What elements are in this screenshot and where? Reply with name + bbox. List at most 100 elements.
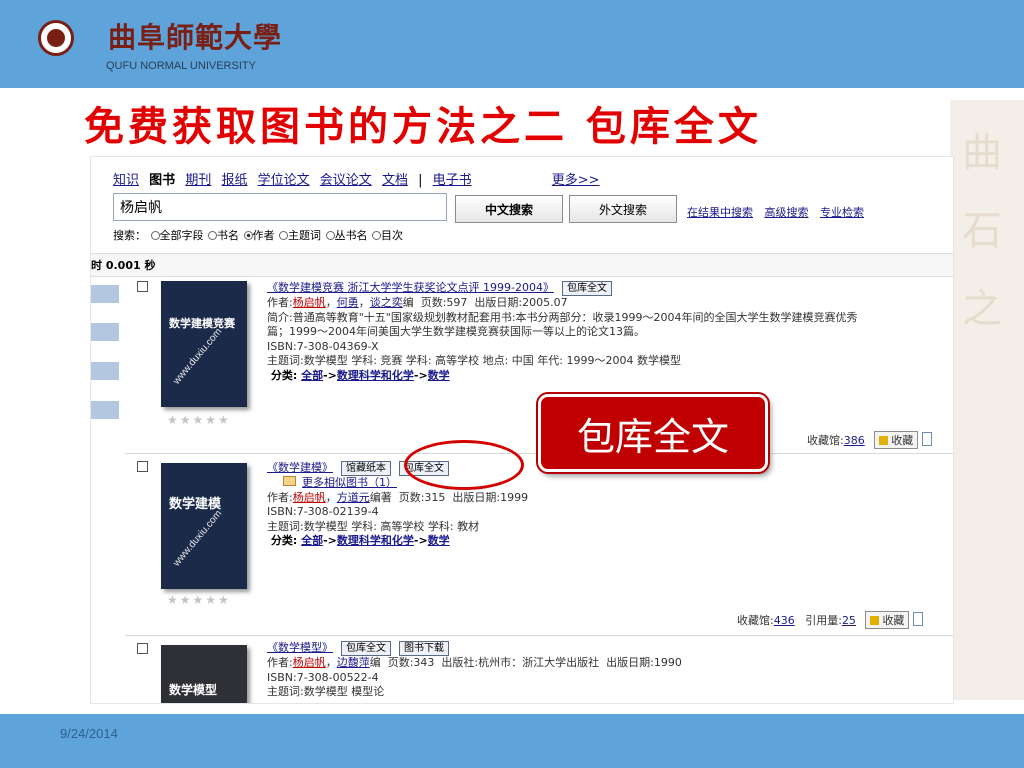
holdings-info: 收藏馆:436 引用量:25 收藏 [737, 611, 924, 629]
search-field-label: 搜索： [113, 229, 146, 242]
class-link-math[interactable]: 数学 [428, 534, 450, 547]
cover-watermark: www.duxiu.com [171, 326, 225, 387]
footer-band [0, 714, 1024, 768]
book-cover[interactable]: 数学建模竞赛 www.duxiu.com [161, 281, 247, 407]
radio-subject[interactable] [279, 231, 288, 240]
expert-search-link[interactable]: 专业检索 [820, 206, 864, 219]
radio-title[interactable] [208, 231, 217, 240]
radio-label: 丛书名 [334, 229, 368, 242]
category-nav: 知识 图书 期刊 报纸 学位论文 会议论文 文档 | 电子书 更多>> [113, 169, 606, 188]
favorite-button[interactable]: 收藏 [865, 611, 910, 629]
class-link-all[interactable]: 全部 [301, 534, 323, 547]
deco-char: 石 [962, 208, 1002, 254]
isbn: ISBN:7-308-00522-4 [267, 670, 379, 684]
radio-all-fields[interactable] [150, 231, 160, 240]
page-icon[interactable] [922, 432, 933, 446]
slide-date: 9/24/2014 [60, 726, 118, 741]
search-input[interactable]: 杨启帆 [113, 193, 447, 221]
result-info: 《数学模型》 包库全文 图书下载 作者:杨启帆，边馥萍编 页数:343 出版社:杭州… [267, 641, 682, 698]
radio-series[interactable] [325, 231, 335, 240]
class-link-all[interactable]: 全部 [301, 369, 323, 382]
print-copy-button[interactable]: 馆藏纸本 [341, 461, 391, 476]
highlight-ring [404, 440, 524, 490]
author-suffix: 编 [402, 296, 414, 309]
favorite-icon [879, 436, 889, 445]
nav-item-ebooks[interactable]: 电子书 [433, 173, 472, 188]
cover-watermark: www.duxiu.com [171, 508, 225, 569]
side-stripe [91, 285, 119, 303]
university-name-en: QUFU NORMAL UNIVERSITY [106, 60, 256, 72]
book-title-link[interactable]: 《数学建模竞赛 浙江大学学生获奖论文点评 1999-2004》 [267, 281, 554, 294]
favorite-button[interactable]: 收藏 [874, 431, 919, 449]
page-icon[interactable] [913, 612, 924, 626]
author-link[interactable]: 方道元 [337, 491, 370, 504]
cover-title: 数学建模 [169, 497, 222, 512]
author-link[interactable]: 何勇 [337, 296, 359, 309]
nav-item-theses[interactable]: 学位论文 [258, 173, 310, 188]
book-cover[interactable]: 数学模型 [161, 645, 247, 703]
author-link[interactable]: 谈之奕 [370, 296, 403, 309]
rating-stars[interactable]: ★★★★★ [167, 593, 231, 607]
nav-separator: | [418, 173, 423, 188]
holdings-label: 收藏馆: [807, 434, 844, 447]
publisher: 出版社:杭州市：浙江大学出版社 [441, 656, 600, 669]
radio-contents[interactable] [372, 231, 381, 240]
citation-count[interactable]: 25 [842, 614, 856, 627]
class-label: 分类: [270, 368, 298, 382]
class-link-science[interactable]: 数理科学和化学 [337, 534, 414, 547]
author-link[interactable]: 杨启帆 [293, 296, 326, 309]
nav-item-newspapers[interactable]: 报纸 [221, 173, 247, 188]
subject-keywords: 主题词:数学模型 学科: 竞赛 学科: 高等学校 地点: 中国 年代: 1999… [267, 354, 681, 367]
advanced-search-link[interactable]: 高级搜索 [765, 206, 809, 219]
search-within-results-link[interactable]: 在结果中搜索 [687, 206, 753, 219]
holdings-info: 收藏馆:386 收藏 [807, 431, 933, 449]
book-title-link[interactable]: 《数学模型》 [267, 641, 333, 654]
citation-label: 引用量: [805, 614, 842, 627]
cover-title: 数学模型 [169, 683, 218, 697]
page-count: 页数:597 [420, 296, 468, 309]
author-suffix: 编著 [369, 490, 392, 504]
holdings-label: 收藏馆: [737, 614, 774, 627]
nav-item-books[interactable]: 图书 [149, 173, 175, 188]
book-title-link[interactable]: 《数学建模》 [267, 461, 333, 474]
author-label: 作者: [267, 490, 293, 504]
favorite-icon [870, 616, 880, 625]
class-link-science[interactable]: 数理科学和化学 [337, 369, 414, 382]
author-link[interactable]: 杨启帆 [293, 656, 326, 669]
nav-item-journals[interactable]: 期刊 [185, 173, 211, 188]
subject-keywords: 主题词:数学模型 学科: 高等学校 学科: 教材 [267, 519, 480, 533]
result-checkbox[interactable] [137, 643, 148, 654]
author-link[interactable]: 杨启帆 [293, 491, 326, 504]
page-count: 页数:343 [387, 656, 435, 669]
rating-stars[interactable]: ★★★★★ [167, 413, 231, 427]
full-text-callout: 包库全文 [538, 394, 768, 472]
nav-item-conference[interactable]: 会议论文 [320, 173, 372, 188]
favorite-label: 收藏 [891, 434, 914, 447]
subject-keywords: 主题词:数学模型 模型论 [267, 685, 385, 698]
class-link-math[interactable]: 数学 [428, 369, 450, 382]
chinese-search-button[interactable]: 中文搜索 [455, 195, 563, 223]
full-text-button[interactable]: 包库全文 [341, 641, 391, 656]
foreign-search-button[interactable]: 外文搜索 [569, 195, 677, 223]
nav-item-knowledge[interactable]: 知识 [113, 173, 139, 188]
result-checkbox[interactable] [137, 461, 148, 472]
book-cover[interactable]: 数学建模 www.duxiu.com [161, 463, 247, 589]
radio-label: 主题词 [288, 229, 321, 242]
book-download-button[interactable]: 图书下载 [399, 641, 449, 656]
holdings-count[interactable]: 386 [844, 434, 865, 447]
radio-author[interactable] [243, 231, 253, 240]
book-intro: 简介:普通高等教育"十五"国家级规划教材配套用书:本书分两部分：收录1999～2… [267, 310, 858, 324]
full-text-button[interactable]: 包库全文 [561, 281, 612, 296]
author-label: 作者: [267, 296, 293, 309]
author-suffix: 编 [369, 656, 381, 669]
decorative-calligraphy: 曲 石 之 [950, 100, 1024, 700]
search-field-options: 搜索： 全部字段 书名 作者 主题词 丛书名 目次 [113, 227, 403, 243]
nav-more-link[interactable]: 更多>> [552, 173, 600, 188]
similar-books-link[interactable]: 更多相似图书（1） [302, 476, 397, 489]
author-link[interactable]: 边馥萍 [337, 656, 370, 669]
side-stripe [91, 362, 119, 380]
holdings-count[interactable]: 436 [774, 614, 795, 627]
search-time-bar: 时 0.001 秒 [91, 253, 953, 277]
nav-item-documents[interactable]: 文档 [382, 173, 408, 188]
result-checkbox[interactable] [137, 281, 148, 292]
